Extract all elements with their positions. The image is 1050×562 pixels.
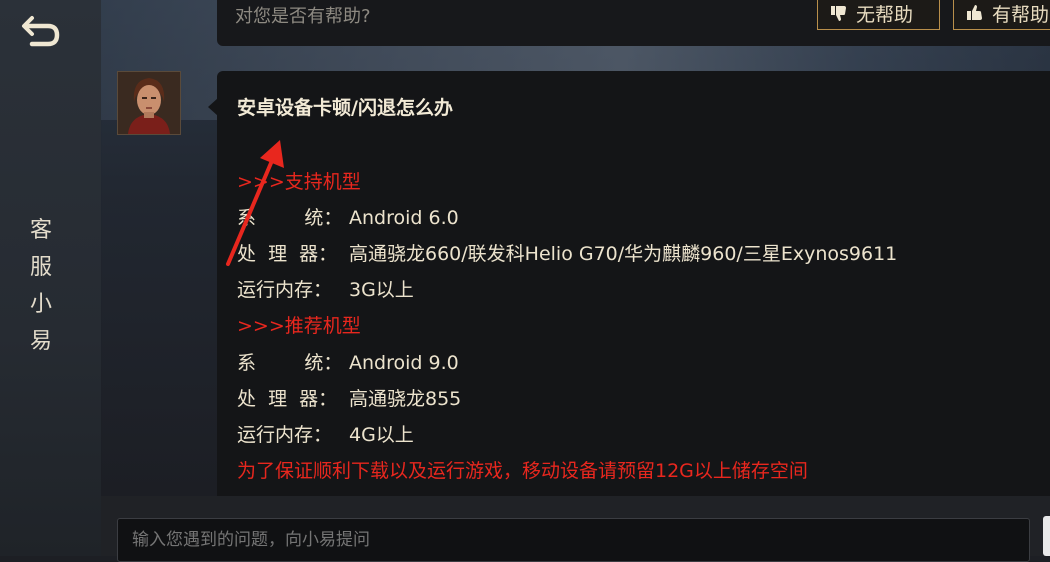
spec-row-cpu-min: 处 理 器： 高通骁龙660/联发科Helio G70/华为麒麟960/三星Exy… — [237, 239, 897, 266]
message-title: 安卓设备卡顿/闪退怎么办 — [237, 97, 453, 119]
agent-avatar — [117, 71, 181, 135]
thumbs-up-icon — [967, 5, 982, 20]
spec-label: 运行内存： — [237, 279, 333, 301]
send-button[interactable] — [1043, 516, 1050, 556]
spec-row-ram-min: 运行内存： 3G以上 — [237, 275, 414, 302]
spec-value: 高通骁龙855 — [349, 388, 462, 410]
not-helpful-label: 无帮助 — [856, 3, 914, 26]
sidebar-title: 客 服 小 易 — [0, 212, 82, 360]
sidebar: 客 服 小 易 — [0, 0, 102, 556]
spec-row-ram-rec: 运行内存： 4G以上 — [237, 420, 414, 447]
helpful-label: 有帮助 — [992, 3, 1050, 26]
avatar-portrait-icon — [118, 72, 180, 134]
question-input[interactable] — [117, 518, 1030, 562]
spec-label: 运行内存： — [237, 424, 333, 446]
storage-notice: 为了保证顺利下载以及运行游戏，移动设备请预留12G以上储存空间 — [237, 460, 808, 482]
previous-message-bubble: 对您是否有帮助? 无帮助 有帮助 — [217, 0, 1050, 46]
spec-value: 4G以上 — [349, 424, 414, 446]
section-heading-recommended: >>>推荐机型 — [237, 315, 361, 337]
input-bar — [101, 496, 1050, 562]
sidebar-title-char: 小 — [29, 292, 52, 317]
spec-row-cpu-rec: 处 理 器： 高通骁龙855 — [237, 384, 461, 411]
sidebar-title-char: 客 — [29, 218, 52, 243]
sidebar-title-char: 服 — [29, 255, 52, 280]
spec-value: Android 6.0 — [349, 207, 459, 229]
back-button[interactable] — [20, 12, 64, 52]
not-helpful-button[interactable]: 无帮助 — [817, 0, 940, 30]
spec-label: 处 理 器： — [237, 388, 338, 410]
spec-label: 系 统： — [237, 352, 343, 374]
spec-value: Android 9.0 — [349, 352, 459, 374]
sidebar-title-char: 易 — [29, 329, 52, 354]
message-bubble: 安卓设备卡顿/闪退怎么办 >>>支持机型 系 统： Android 6.0 处 理… — [217, 71, 1050, 511]
helpful-button[interactable]: 有帮助 — [953, 0, 1050, 30]
back-arrow-icon — [22, 16, 60, 47]
spec-value: 高通骁龙660/联发科Helio G70/华为麒麟960/三星Exynos961… — [349, 243, 898, 265]
spec-row-os-rec: 系 统： Android 9.0 — [237, 348, 459, 375]
thumbs-down-icon — [831, 6, 846, 21]
annotation-arrow-icon — [226, 140, 284, 266]
feedback-question: 对您是否有帮助? — [235, 6, 371, 27]
spec-value: 3G以上 — [349, 279, 414, 301]
